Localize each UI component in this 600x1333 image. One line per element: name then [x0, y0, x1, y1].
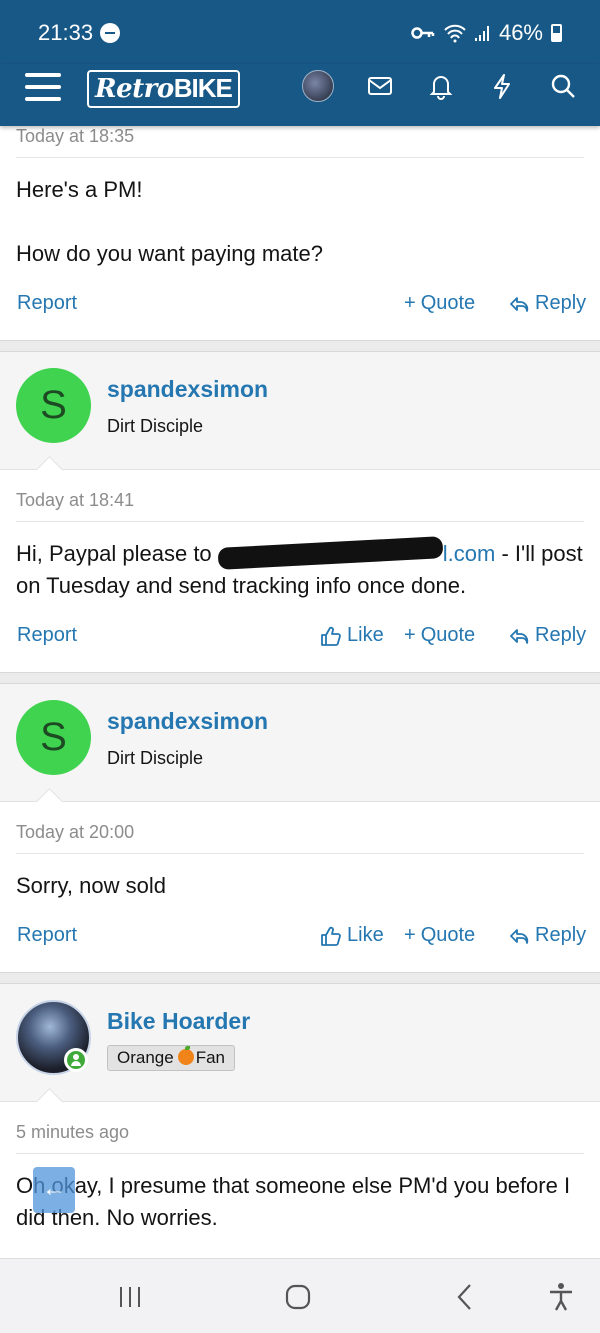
username[interactable]: Bike Hoarder [107, 1008, 250, 1035]
user-title: Dirt Disciple [107, 748, 204, 768]
back-icon[interactable] [450, 1281, 482, 1313]
arrow-left-icon[interactable]: ← [33, 1167, 75, 1213]
quote-button[interactable]: + Quote [404, 292, 475, 315]
post-body: Hi, Paypal please to l.com - I'll post o… [16, 522, 584, 602]
search-icon[interactable] [549, 72, 577, 100]
reply-button[interactable]: Reply [508, 624, 586, 647]
reply-button[interactable]: Reply [508, 292, 586, 315]
signal-icon [474, 26, 489, 41]
hamburger-icon[interactable] [25, 72, 61, 102]
post-date: Today at 18:41 [16, 470, 584, 522]
battery-percent: 46% [498, 20, 543, 45]
avatar[interactable]: S [16, 700, 91, 775]
thumbs-up-icon [321, 926, 341, 946]
status-time: 21:33 [38, 20, 94, 45]
orange-icon [177, 1046, 194, 1065]
like-button[interactable]: Like [320, 624, 384, 647]
post-actions: Report Like + Quote Reply [16, 602, 586, 672]
report-link[interactable]: Report [17, 292, 77, 315]
post: S spandexsimon Dirt Disciple Today at 18… [0, 351, 600, 673]
user-info: S spandexsimon Dirt Disciple [0, 352, 600, 470]
avatar[interactable]: S [16, 368, 91, 443]
recent-apps-icon[interactable] [114, 1281, 146, 1313]
post-body: Sorry, now sold [16, 873, 166, 898]
reply-icon [510, 628, 529, 644]
home-icon[interactable] [282, 1281, 314, 1313]
post-date: Today at 18:35 [16, 126, 584, 158]
post-date: 5 minutes ago [16, 1102, 584, 1154]
forum-header: RetroBIKE [0, 64, 600, 126]
plus-icon: + [404, 292, 416, 314]
post-body: Oh okay, I presume that someone else PM'… [16, 1173, 571, 1230]
post-date: Today at 20:00 [16, 802, 584, 854]
post: Today at 18:35 Here's a PM! How do you w… [0, 126, 600, 341]
redacted-scribble [217, 536, 444, 570]
plus-icon: + [404, 624, 416, 646]
quote-button[interactable]: + Quote [404, 624, 475, 647]
reply-button[interactable]: Reply [508, 924, 586, 947]
account-avatar[interactable] [302, 70, 334, 102]
plus-icon: + [404, 924, 416, 946]
user-banner: Orange Fan [107, 1045, 235, 1071]
accessibility-icon[interactable] [545, 1281, 577, 1313]
site-logo[interactable]: RetroBIKE [87, 70, 240, 108]
thread-posts: Today at 18:35 Here's a PM! How do you w… [0, 126, 600, 1295]
post-body: Here's a PM! How do you want paying mate… [16, 177, 323, 266]
thumbs-up-icon [321, 626, 341, 646]
reply-icon [510, 928, 529, 944]
key-icon [411, 27, 435, 39]
quote-button[interactable]: + Quote [404, 924, 475, 947]
email-link[interactable]: l.com [443, 541, 496, 566]
reply-icon [510, 296, 529, 312]
bolt-icon[interactable] [488, 72, 516, 100]
post: S spandexsimon Dirt Disciple Today at 20… [0, 683, 600, 973]
status-bar: 21:33 46% [0, 0, 600, 64]
system-navigation-bar [0, 1258, 600, 1333]
wifi-icon [444, 24, 466, 43]
post-actions: Report Like + Quote Reply [16, 902, 586, 972]
online-status-icon [64, 1048, 88, 1072]
like-button[interactable]: Like [320, 924, 384, 947]
username[interactable]: spandexsimon [107, 376, 268, 403]
bell-icon[interactable] [427, 72, 455, 100]
user-info: Bike Hoarder Orange Fan [0, 984, 600, 1102]
post-actions: Report + Quote Reply [16, 270, 586, 340]
post: Bike Hoarder Orange Fan 5 minutes ago Oh … [0, 983, 600, 1295]
battery-icon [551, 24, 562, 42]
report-link[interactable]: Report [17, 624, 77, 647]
report-link[interactable]: Report [17, 924, 77, 947]
dnd-icon [100, 23, 120, 43]
status-indicators: 46% [411, 20, 562, 46]
user-title: Dirt Disciple [107, 416, 204, 436]
username[interactable]: spandexsimon [107, 708, 268, 735]
user-info: S spandexsimon Dirt Disciple [0, 684, 600, 802]
envelope-icon[interactable] [366, 72, 394, 100]
